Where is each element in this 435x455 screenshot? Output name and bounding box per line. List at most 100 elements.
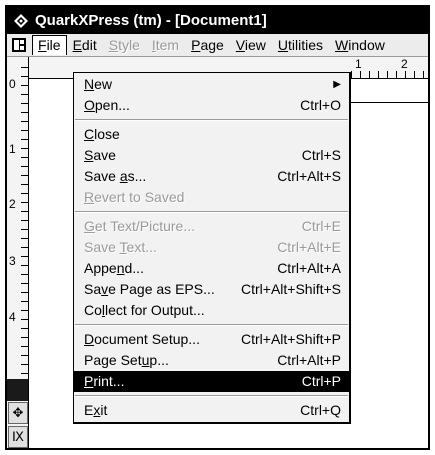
menu-label-rest: indow [348,37,385,53]
file-menu-item-save-text[interactable]: Save Text... Ctrl+Alt+E [74,237,349,258]
menu-separator [74,116,349,124]
page-edge [347,102,428,103]
file-menu-item-print[interactable]: Print... Ctrl+P [74,371,349,392]
vruler-label: 1 [9,142,16,156]
file-menu-item-new[interactable]: New ▶ [74,74,349,95]
file-menu-item-close[interactable]: Close [74,124,349,145]
menu-item-label: Collect for Output... [84,302,205,318]
menu-item-shortcut: Ctrl+Alt+Shift+S [241,281,341,297]
quark-diamond-icon[interactable] [13,13,29,29]
vruler-label: 0 [9,77,16,91]
menu-item-label: Page Setup... [84,352,169,368]
submenu-arrow-icon: ▶ [333,79,341,90]
vertical-ruler[interactable]: ✥ Ⅸ 0 1 2 3 4 [7,57,29,448]
menu-accel: V [235,37,245,53]
vruler-tick [21,184,28,185]
hruler-tick [405,71,406,78]
menu-item-shortcut: Ctrl+P [301,373,341,389]
vruler-tick [21,328,28,329]
vruler-tick [21,130,28,131]
menu-item-label: Open... [84,97,130,113]
vruler-tick [21,76,28,77]
file-menu-item-page-setup[interactable]: Page Setup... Ctrl+Alt+P [74,350,349,371]
menu-item-label: Append... [84,260,144,276]
menu-item-label: Document Setup... [84,331,200,347]
vruler-tick [21,94,28,95]
vruler-tick [21,85,28,86]
menu-view[interactable]: View [230,35,272,55]
tool-palette-header[interactable] [7,379,28,401]
menu-item-label: Save as... [84,168,147,184]
menu-separator [74,321,349,329]
menu-item-label: Save Page as EPS... [84,281,215,297]
file-menu-item-save-page-as-eps[interactable]: Save Page as EPS... Ctrl+Alt+Shift+S [74,279,349,300]
vruler-tick [21,202,28,203]
app-window: QuarkXPress (tm) - [Document1] File Edit S… [5,5,430,450]
vruler-tick [21,229,28,230]
vruler-tick [21,373,28,374]
hruler-tick [360,71,361,78]
file-menu-item-revert-to-saved[interactable]: Revert to Saved [74,187,349,208]
vruler-tick [21,148,28,149]
document-control-icon[interactable] [11,37,27,53]
text-tool-icon[interactable]: Ⅸ [8,426,28,448]
vruler-tick [21,265,28,266]
file-menu-item-exit[interactable]: Exit Ctrl+Q [74,400,349,421]
vruler-tick [21,121,28,122]
menu-item-shortcut: Ctrl+Alt+A [277,260,341,276]
hruler-label: 1 [355,57,362,71]
menu-item-shortcut: Ctrl+O [300,97,341,113]
menu-edit[interactable]: Edit [67,35,103,55]
file-menu-item-open[interactable]: Open... Ctrl+O [74,95,349,116]
vruler-tick [21,139,28,140]
arrow-icon[interactable]: ✥ [8,402,28,424]
vruler-tick [21,310,28,311]
menu-separator [74,208,349,216]
file-menu-item-document-setup[interactable]: Document Setup... Ctrl+Alt+Shift+P [74,329,349,350]
file-menu-item-append[interactable]: Append... Ctrl+Alt+A [74,258,349,279]
menu-accel: S [108,37,119,53]
vruler-tick [21,346,28,347]
menu-label-rest: age [200,37,224,53]
vruler-tick [21,238,28,239]
vruler-label: 2 [9,197,16,211]
menu-item-label: Exit [84,402,108,418]
menu-item-label: Save Text... [84,239,157,255]
vruler-tick [21,157,28,158]
file-menu-item-save-as[interactable]: Save as... Ctrl+Alt+S [74,166,349,187]
menu-item[interactable]: Item [146,35,185,55]
menu-separator [74,392,349,400]
menu-label-rest: ile [46,37,61,53]
vruler-label: 4 [9,310,16,324]
hruler-tick [396,71,397,78]
menu-file[interactable]: File [32,35,67,55]
vruler-tick [21,103,28,104]
title-bar[interactable]: QuarkXPress (tm) - [Document1] [7,7,428,34]
file-menu-item-get-text-picture[interactable]: Get Text/Picture... Ctrl+E [74,216,349,237]
menu-style[interactable]: Style [103,35,146,55]
hruler-tick [378,71,379,78]
vruler-tick [21,220,28,221]
menu-page[interactable]: Page [185,35,230,55]
menu-window[interactable]: Window [329,35,391,55]
menu-item-label: Revert to Saved [84,189,185,205]
menu-item-shortcut: Ctrl+Alt+S [277,168,341,184]
file-menu-item-save[interactable]: Save Ctrl+S [74,145,349,166]
menu-utilities[interactable]: Utilities [272,35,329,55]
menu-label-rest: tyle [118,37,140,53]
menu-item-label: Save [84,147,116,163]
menu-accel: W [335,37,349,53]
vruler-tick [21,301,28,302]
hruler-tick [414,71,415,78]
menu-item-shortcut: Ctrl+E [301,218,341,234]
vruler-tick [21,175,28,176]
window-title: QuarkXPress (tm) - [Document1] [35,12,267,29]
hruler-tick [369,71,370,78]
vruler-tick [21,283,28,284]
vruler-tick [21,247,28,248]
file-menu-item-collect-for-output[interactable]: Collect for Output... [74,300,349,321]
hruler-label: 2 [401,57,408,71]
menu-accel: F [38,37,47,53]
vruler-tick [21,319,28,320]
menu-item-shortcut: Ctrl+Alt+Shift+P [241,331,341,347]
